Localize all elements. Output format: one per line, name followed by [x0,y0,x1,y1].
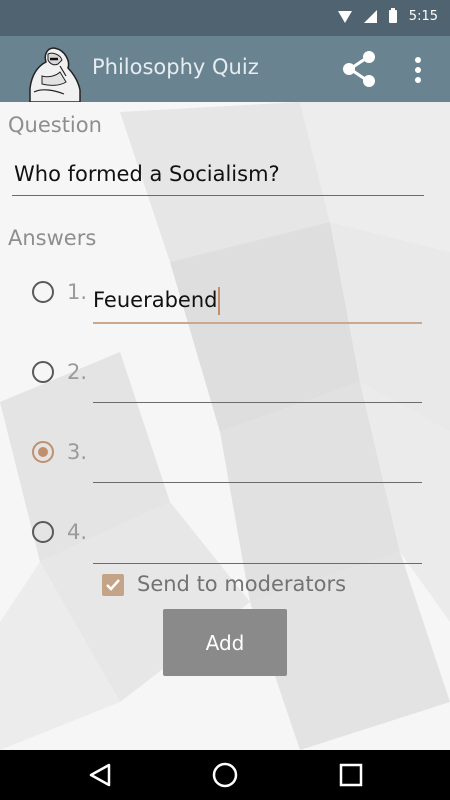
back-button[interactable] [85,760,115,790]
answer-2-number: 2. [67,360,88,384]
answer-2-input[interactable] [93,362,422,403]
status-time: 5:15 [408,9,438,24]
signal-icon [363,10,377,23]
answer-4-input[interactable] [93,523,422,564]
question-label: Question [8,113,102,137]
share-button[interactable] [338,49,382,89]
overflow-menu-icon [415,57,421,83]
answer-3-number: 3. [67,440,88,464]
answer-3-input[interactable] [93,442,422,483]
answer-2-radio[interactable] [32,361,54,383]
checkmark-icon [106,579,120,591]
send-to-moderators-checkbox[interactable] [102,574,124,596]
question-input[interactable]: Who formed a Socialism? [12,159,424,196]
answer-4-radio[interactable] [32,521,54,543]
answer-4-number: 4. [67,520,88,544]
status-bar: 5:15 [0,0,450,36]
send-to-moderators-label: Send to moderators [137,572,347,596]
quiz-form: Question Who formed a Socialism? Answers… [0,102,450,750]
wifi-icon [337,10,352,23]
answer-1-number: 1. [67,280,88,304]
add-button[interactable]: Add [163,609,287,676]
home-icon [212,762,238,788]
answer-1-input[interactable]: Feuerabend [93,282,422,324]
answer-3-radio[interactable] [32,441,54,463]
navigation-bar [0,750,450,800]
app-title: Philosophy Quiz [92,55,259,79]
status-icons: 5:15 [337,8,438,24]
app-bar: Philosophy Quiz [0,36,450,102]
recents-button[interactable] [336,760,366,790]
recents-icon [339,763,363,787]
back-icon [89,763,111,787]
overflow-menu-button[interactable] [404,50,432,90]
battery-icon [388,8,397,23]
thinker-statue-logo [24,42,84,102]
answers-label: Answers [8,226,97,250]
answer-1-radio[interactable] [32,281,54,303]
answer-1-value: Feuerabend [93,288,218,312]
radio-selected-dot [38,447,48,457]
text-cursor [218,287,221,315]
home-button[interactable] [210,760,240,790]
share-icon [343,51,375,87]
